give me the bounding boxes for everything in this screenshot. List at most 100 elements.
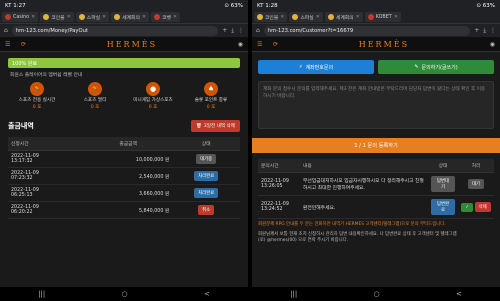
add-tab-icon[interactable]: + bbox=[474, 27, 479, 34]
hamburger-menu-icon[interactable]: ☰ bbox=[257, 41, 262, 48]
recents-icon[interactable]: ||| bbox=[38, 290, 45, 298]
inquiry-buttons: ⚡ 계좌번호문의 ✎ 문의하기(글쓰기) bbox=[258, 60, 494, 74]
right-phone-screen: KT 1:28 ⊙ 63% 코인블 ✕ 스파실 ✕ 세계회의 ✕ KOBET ✕ ⌂ h… bbox=[252, 0, 500, 301]
download-icon[interactable]: ⤓ bbox=[231, 27, 234, 35]
back-icon[interactable]: < bbox=[204, 290, 210, 298]
address-field[interactable]: hm-123.com/Customer?t=16679 bbox=[263, 25, 471, 36]
status-badge[interactable]: 처리완료 bbox=[194, 188, 219, 198]
status-badge[interactable]: 처리완료 bbox=[194, 171, 219, 181]
delete-history-button[interactable]: 🗑 3일전 내역 삭제 bbox=[190, 120, 240, 132]
close-tab-icon[interactable]: ✕ bbox=[356, 14, 360, 20]
column-header: 문의시간 bbox=[258, 159, 300, 173]
site-header: ☰ ⟳ HERMÈS ◉ bbox=[0, 37, 248, 52]
row-content[interactable]: 환전만해주세요. bbox=[300, 195, 428, 219]
table-row: 2022-11-09 06:20:22 5,840,000 원 취소 bbox=[8, 201, 240, 219]
table-row: 2022-11-09 13:26:05 무선입금대처하시오 입금자시행하시오 다 … bbox=[258, 172, 494, 196]
browser-tab[interactable]: 세계회의 ✕ bbox=[324, 12, 363, 22]
close-tab-icon[interactable]: ✕ bbox=[142, 14, 146, 20]
row-date: 2022-11-09 06:25:13 bbox=[8, 184, 84, 202]
level-item: 🏃 스포츠 전용 실시간 0 포 bbox=[12, 82, 62, 110]
column-header: 신청시간 bbox=[8, 137, 84, 151]
refresh-icon[interactable]: ⟳ bbox=[273, 41, 278, 48]
home-icon[interactable]: ⌂ bbox=[256, 27, 260, 34]
row-date: 2022-11-09 13:17:32 bbox=[8, 150, 84, 168]
notice-text: 회원분께 RPG 안내를 두 분는 전화하면 내역기 HERMES 고객센터(텔… bbox=[258, 222, 494, 245]
tab-favicon-icon bbox=[5, 14, 11, 20]
lightning-icon: ⚡ bbox=[298, 64, 303, 70]
column-header: 출금금액 bbox=[83, 137, 173, 151]
home-button-icon[interactable]: ○ bbox=[122, 290, 128, 298]
user-profile-icon[interactable]: ◉ bbox=[238, 41, 243, 48]
status-badge[interactable]: 대기중 bbox=[196, 154, 217, 164]
delete-button[interactable]: 삭제 bbox=[474, 202, 491, 212]
row-status: 답변완료 bbox=[428, 195, 458, 219]
submit-inquiry-button[interactable]: 1 / 1 문의 등록하기 bbox=[252, 138, 500, 153]
site-header: ☰ ⟳ HERMÈS ◉ bbox=[252, 37, 500, 52]
tab-favicon-icon bbox=[114, 14, 121, 20]
status-time: KT 1:27 bbox=[5, 2, 26, 9]
android-nav-bar: ||| ○ < bbox=[0, 287, 248, 301]
close-tab-icon[interactable]: ✕ bbox=[67, 14, 71, 20]
close-tab-icon[interactable]: ✕ bbox=[173, 14, 177, 20]
notice-line: (로) @hermes(00) 으로 연락 주시기 바랍니다. bbox=[258, 238, 349, 243]
add-tab-icon[interactable]: + bbox=[222, 27, 227, 34]
close-tab-icon[interactable]: ✕ bbox=[316, 14, 320, 20]
tab-favicon-icon bbox=[78, 14, 85, 20]
browser-tab[interactable]: Casino ✕ bbox=[2, 12, 39, 22]
browser-tab[interactable]: 코인블 ✕ bbox=[40, 12, 74, 22]
recents-icon[interactable]: ||| bbox=[290, 290, 297, 298]
write-inquiry-button[interactable]: ✎ 문의하기(글쓰기) bbox=[378, 60, 494, 74]
action-button[interactable]: 대기 bbox=[467, 179, 485, 189]
user-profile-icon[interactable]: ◉ bbox=[490, 41, 495, 48]
browser-tab[interactable]: 세계회의 ✕ bbox=[111, 12, 150, 22]
menu-dots-icon[interactable]: ⋮ bbox=[238, 27, 244, 34]
address-field[interactable]: hm-123.com/Money/PayOut bbox=[11, 25, 219, 36]
row-status: 답변대기 bbox=[428, 172, 458, 196]
status-battery: ⊙ 63% bbox=[476, 2, 495, 9]
refresh-icon[interactable]: ⟳ bbox=[21, 41, 26, 48]
home-icon[interactable]: ⌂ bbox=[4, 27, 8, 34]
view-button[interactable]: ✓ bbox=[461, 203, 474, 212]
tab-favicon-icon bbox=[43, 14, 50, 20]
row-status: 취소 bbox=[172, 201, 240, 219]
row-content[interactable]: 무선입금대처하시오 입금자시행하시오 다 정리해주시고 친절하시고 최대한 진행… bbox=[300, 172, 428, 196]
site-logo[interactable]: HERMÈS bbox=[359, 40, 409, 49]
status-badge: 답변대기 bbox=[431, 176, 455, 192]
menu-dots-icon[interactable]: ⋮ bbox=[490, 27, 496, 34]
column-header: 상태 bbox=[172, 137, 240, 151]
trash-icon: 🗑 bbox=[195, 123, 202, 129]
inquiry-textarea[interactable]: 계좌 문의 접수시 문의를 입력해주세요. 제3 잔은 계좌 안내받은 부탁드리… bbox=[258, 81, 494, 129]
browser-tab[interactable]: 스파실 ✕ bbox=[75, 12, 110, 22]
close-tab-icon[interactable]: ✕ bbox=[102, 14, 106, 20]
row-date: 2022-11-09 06:20:22 bbox=[8, 201, 84, 219]
browser-tab[interactable]: KOBET ✕ bbox=[364, 12, 401, 22]
status-bar: KT 1:27 ⊙ 63% bbox=[0, 0, 248, 11]
row-action: ✓ 삭제 bbox=[458, 195, 494, 219]
section-title: 출금내역 bbox=[8, 122, 34, 130]
site-logo[interactable]: HERMÈS bbox=[107, 40, 157, 49]
tab-favicon-icon bbox=[154, 14, 161, 20]
home-button-icon[interactable]: ○ bbox=[374, 290, 380, 298]
browser-tab[interactable]: 코인블 ✕ bbox=[254, 12, 288, 22]
status-badge[interactable]: 취소 bbox=[198, 205, 215, 215]
column-header: 내용 bbox=[300, 159, 428, 173]
account-inquiry-button[interactable]: ⚡ 계좌번호문의 bbox=[258, 60, 374, 74]
back-icon[interactable]: < bbox=[456, 290, 462, 298]
inquiry-table: 문의시간 내용 상태 처리 2022-11-09 13:26:05 무선입금대처하… bbox=[258, 159, 494, 219]
browser-tab[interactable]: 스파실 ✕ bbox=[289, 12, 323, 22]
progress-bar: 100% 완료 bbox=[8, 58, 240, 68]
row-amount: 5,840,000 원 bbox=[83, 201, 173, 219]
row-date: 2022-11-09 13:24:52 bbox=[258, 195, 300, 219]
tab-favicon-icon bbox=[292, 14, 299, 20]
browser-tab[interactable]: 코벳 ✕ bbox=[151, 12, 181, 22]
url-bar: ⌂ hm-123.com/Customer?t=16679 + ⤓ ⋮ bbox=[252, 24, 500, 37]
tab-favicon-icon bbox=[257, 14, 263, 20]
table-row: 2022-11-09 13:17:32 10,000,000 원 대기중 bbox=[8, 150, 240, 168]
download-icon[interactable]: ⤓ bbox=[483, 27, 486, 35]
browser-tabs: 코인블 ✕ 스파실 ✕ 세계회의 ✕ KOBET ✕ bbox=[252, 11, 500, 24]
hamburger-menu-icon[interactable]: ☰ bbox=[5, 41, 10, 48]
cards-icon: ♠ bbox=[204, 82, 218, 96]
close-tab-icon[interactable]: ✕ bbox=[394, 14, 398, 20]
close-tab-icon[interactable]: ✕ bbox=[280, 14, 284, 20]
close-tab-icon[interactable]: ✕ bbox=[31, 14, 35, 20]
